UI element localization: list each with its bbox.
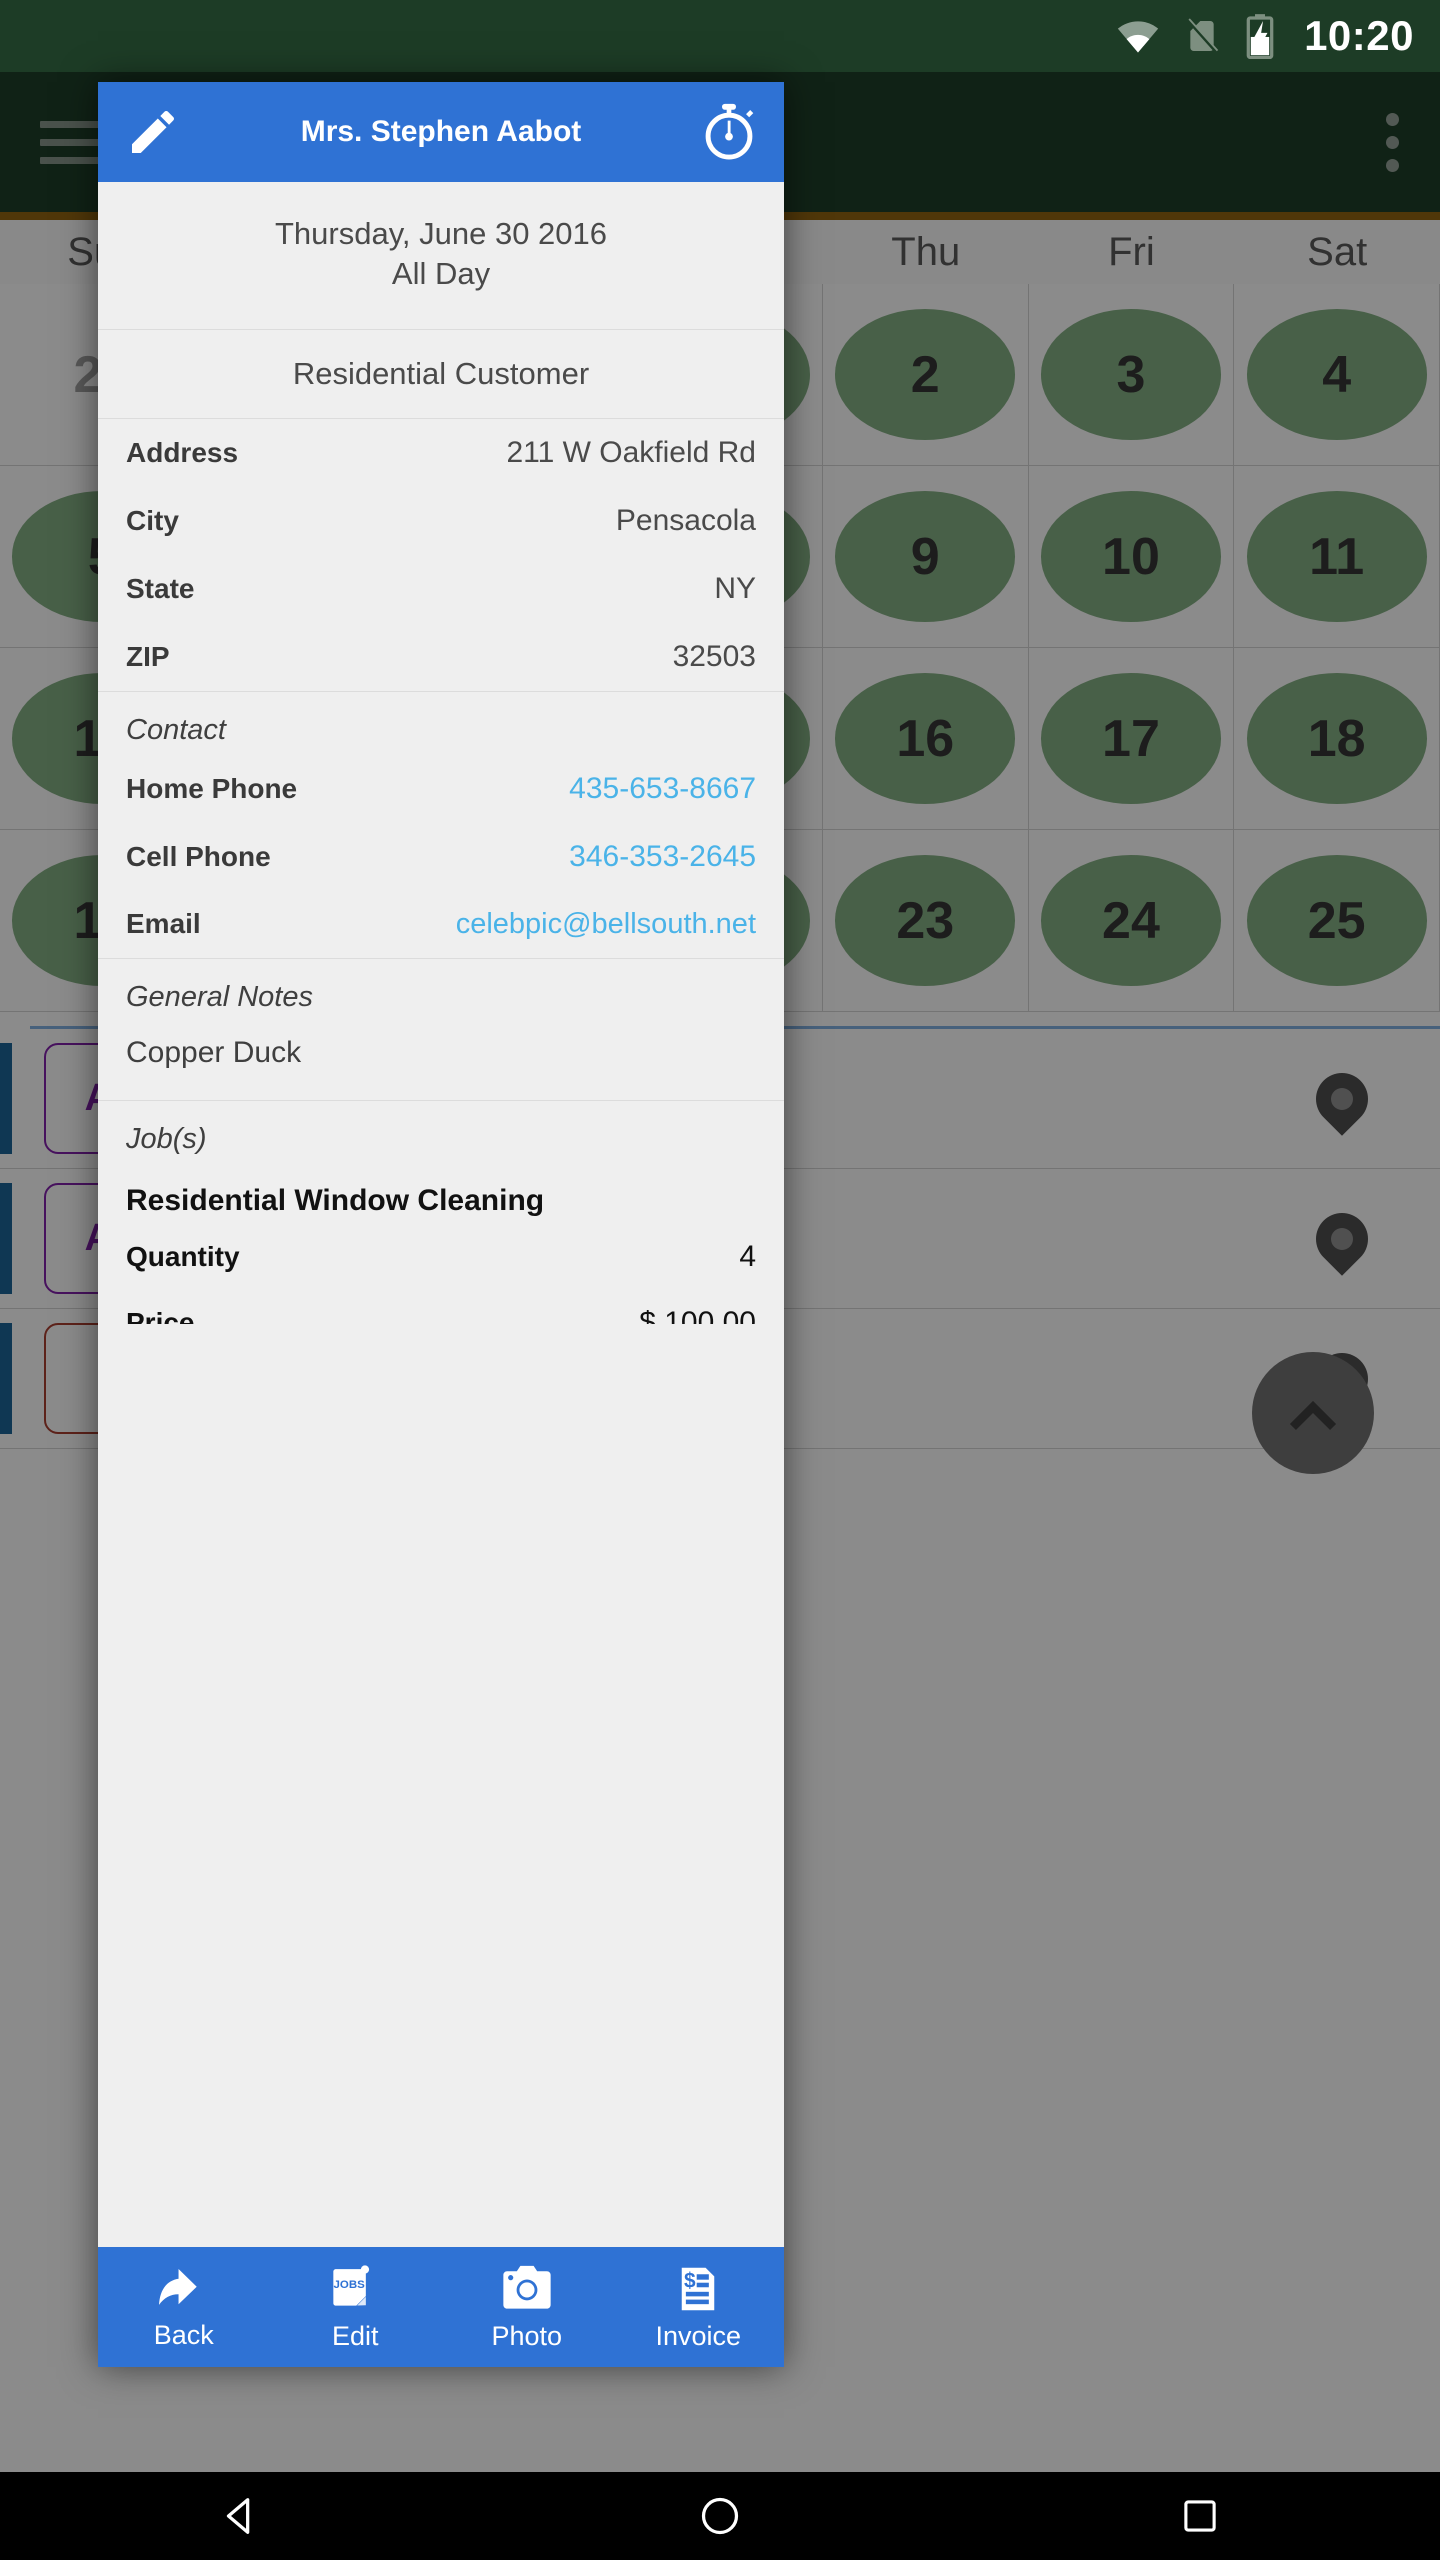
battery-charging-icon: [1246, 14, 1274, 59]
phone-link[interactable]: 346-353-2645: [271, 840, 756, 874]
jobs-document-icon: JOBS: [333, 2264, 370, 2306]
job-row-wrapper: Quantity 4: [98, 1224, 784, 1290]
back-label: Back: [153, 2319, 214, 2350]
nav-back-button[interactable]: [180, 2472, 300, 2560]
status-bar: 10:20: [0, 0, 1440, 72]
jobs-list: Residential Window Cleaning Quantity 4 Pric…: [98, 1164, 784, 1324]
job-row: Quantity 4: [98, 1224, 784, 1290]
address-row: ZIP 32503: [98, 623, 784, 691]
contact-row: Cell Phone 346-353-2645: [98, 823, 784, 891]
no-sim-icon: [1186, 18, 1219, 53]
camera-icon: [503, 2265, 551, 2309]
field-label: ZIP: [126, 641, 170, 673]
field-label: Home Phone: [126, 773, 298, 805]
dialog-body[interactable]: Thursday, June 30 2016 All Day Residenti…: [98, 182, 784, 2247]
field-label: Cell Phone: [126, 841, 271, 873]
field-value: NY: [714, 572, 756, 606]
email-link[interactable]: celebpic@bellsouth.net: [201, 908, 756, 941]
square-recents-icon: [1184, 2500, 1216, 2532]
android-nav-bar: [0, 2472, 1440, 2560]
appointment-detail-dialog: Mrs. Stephen Aabot Thursday, June 30 201…: [98, 82, 784, 2367]
address-row: State NY: [98, 555, 784, 623]
contact-rows: Home Phone 435-653-8667 Cell Phone 346-353-…: [98, 755, 784, 958]
appointment-date: Thursday, June 30 2016: [274, 216, 608, 251]
customer-type: Residential Customer: [98, 330, 784, 420]
job-field-value: $ 100.00: [639, 1306, 756, 1325]
photo-button[interactable]: Photo: [441, 2247, 613, 2367]
photo-label: Photo: [491, 2320, 563, 2351]
triangle-back-icon: [226, 2498, 250, 2534]
wifi-icon: [1117, 21, 1159, 53]
job-field-label: Price: [126, 1307, 195, 1325]
field-value: 211 W Oakfield Rd: [506, 436, 756, 470]
circle-home-icon: [701, 2497, 739, 2535]
nav-home-button[interactable]: [660, 2472, 780, 2560]
appointment-date-block: Thursday, June 30 2016 All Day: [98, 182, 784, 331]
dialog-title: Mrs. Stephen Aabot: [300, 115, 582, 148]
job-field-value: 4: [739, 1240, 756, 1274]
invoice-button[interactable]: $ Invoice: [613, 2247, 785, 2367]
field-label: State: [126, 573, 195, 605]
invoice-document-icon: $: [682, 2267, 715, 2310]
pencil-icon[interactable]: [122, 101, 184, 163]
phone-link[interactable]: 435-653-8667: [297, 772, 756, 806]
svg-text:JOBS: JOBS: [334, 2279, 366, 2291]
status-bar-right: 10:20: [1116, 12, 1414, 60]
dialog-action-toolbar: Back JOBS Edit Photo $ Invoice: [98, 2247, 784, 2367]
address-row: Address 211 W Oakfield Rd: [98, 419, 784, 487]
contact-section-title: Contact: [126, 714, 226, 747]
address-section: Address 211 W Oakfield Rd City Pensacola Sta…: [98, 419, 784, 693]
notes-text: Copper Duck: [126, 1036, 302, 1070]
appointment-time: All Day: [391, 255, 491, 291]
status-bar-clock: 10:20: [1304, 12, 1414, 59]
nav-recents-button[interactable]: [1140, 2472, 1260, 2560]
field-label: City: [126, 505, 179, 537]
contact-row: Email celebpic@bellsouth.net: [98, 891, 784, 958]
invoice-label: Invoice: [655, 2320, 742, 2351]
job-field-label: Quantity: [126, 1241, 240, 1273]
contact-section: Contact Home Phone 435-653-8667 Cell Phone…: [98, 692, 784, 960]
field-value: Pensacola: [615, 504, 756, 538]
edit-button[interactable]: JOBS Edit: [270, 2247, 442, 2367]
field-label: Address: [126, 437, 239, 469]
job-row: Price $ 100.00: [98, 1290, 784, 1324]
reply-arrow-icon: [158, 2268, 197, 2305]
contact-row: Home Phone 435-653-8667: [98, 755, 784, 823]
stopwatch-icon[interactable]: [698, 101, 760, 163]
jobs-section-title: Job(s): [126, 1123, 207, 1156]
general-notes-section: General Notes Copper Duck: [98, 959, 784, 1102]
dialog-header: Mrs. Stephen Aabot: [98, 82, 784, 182]
svg-text:$: $: [684, 2269, 696, 2292]
job-name: Residential Window Cleaning: [126, 1184, 545, 1218]
job-row-wrapper: Price $ 100.00: [98, 1290, 784, 1324]
edit-label: Edit: [331, 2320, 379, 2351]
notes-section-title: General Notes: [126, 981, 313, 1014]
field-value: 32503: [672, 640, 756, 674]
back-button[interactable]: Back: [98, 2247, 270, 2367]
jobs-section: Job(s) Residential Window Cleaning Quanti…: [98, 1101, 784, 1324]
address-row: City Pensacola: [98, 487, 784, 555]
field-label: Email: [126, 908, 201, 940]
